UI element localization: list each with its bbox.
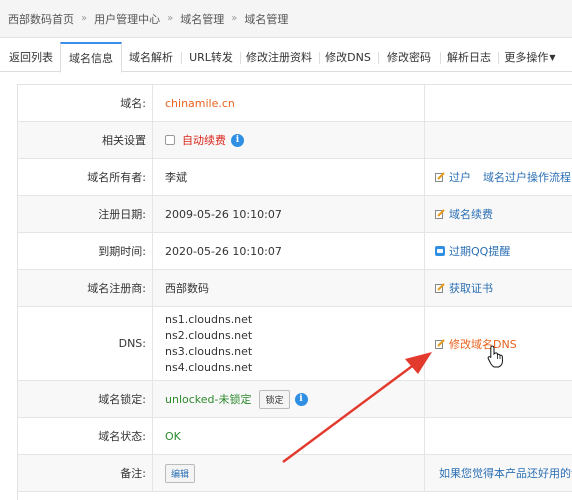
edit-note-button[interactable]: 编辑 <box>165 463 196 483</box>
action-lock <box>425 381 572 417</box>
auto-renew-checkbox[interactable] <box>165 135 175 145</box>
dns-server: ns2.cloudns.net <box>165 328 253 342</box>
edit-icon <box>435 283 445 293</box>
label-settings: 相关设置 <box>18 122 153 158</box>
label-registrar: 域名注册商: <box>18 270 153 306</box>
value-domain: chinamile.cn <box>153 85 425 121</box>
action-note: 如果您觉得本产品还好用的话 <box>425 455 572 491</box>
tab-dns-records[interactable]: 域名解析 <box>123 42 179 72</box>
action-dns: 修改域名DNS <box>425 307 572 380</box>
lock-status: unlocked-未锁定 <box>165 393 252 406</box>
breadcrumb-home[interactable]: 西部数码首页 <box>8 11 74 27</box>
label-status: 域名状态: <box>18 418 153 454</box>
qq-reminder-link[interactable]: 过期QQ提醒 <box>449 243 510 259</box>
edit-icon <box>435 172 445 182</box>
tab-divider <box>440 52 441 64</box>
row-domain: 域名: chinamile.cn <box>18 85 572 122</box>
value-lock: unlocked-未锁定 锁定 i <box>153 381 425 417</box>
dns-server-list: ns1.cloudns.net ns2.cloudns.net ns3.clou… <box>165 312 252 376</box>
tab-divider <box>319 52 320 64</box>
breadcrumb: 西部数码首页 » 用户管理中心 » 域名管理 » 域名管理 <box>0 0 572 38</box>
value-owner: 李斌 <box>153 159 425 195</box>
tab-modify-password[interactable]: 修改密码 <box>380 42 438 72</box>
dns-server: ns4.cloudns.net <box>165 360 253 374</box>
tab-back-to-list[interactable]: 返回列表 <box>2 42 60 72</box>
tab-more-actions-label: 更多操作 <box>504 51 549 64</box>
label-owner: 域名所有者: <box>18 159 153 195</box>
dns-server: ns1.cloudns.net <box>165 312 253 326</box>
tab-url-forward[interactable]: URL转发 <box>183 42 239 72</box>
action-registrar: 获取证书 <box>425 270 572 306</box>
breadcrumb-domain-management[interactable]: 域名管理 <box>180 11 224 27</box>
qq-reminder-icon <box>435 246 445 256</box>
domain-name: chinamile.cn <box>165 96 235 110</box>
chevron-right-icon: » <box>231 13 238 24</box>
info-icon[interactable]: i <box>231 133 244 147</box>
tab-bar: 返回列表 域名信息 域名解析 URL转发 修改注册资料 修改DNS 修改密码 解… <box>0 38 572 73</box>
breadcrumb-current: 域名管理 <box>244 12 289 26</box>
tab-domain-info[interactable]: 域名信息 <box>60 42 122 73</box>
value-status: OK <box>153 418 425 454</box>
domain-status: OK <box>165 429 181 443</box>
value-dns: ns1.cloudns.net ns2.cloudns.net ns3.clou… <box>153 307 425 380</box>
transfer-link[interactable]: 过户 <box>449 169 471 185</box>
action-register-date: 域名续费 <box>425 196 572 232</box>
edit-icon <box>435 338 445 349</box>
value-registrar: 西部数码 <box>153 270 425 306</box>
action-owner: 过户 域名过户操作流程 <box>425 159 572 195</box>
tab-divider <box>498 52 499 64</box>
feedback-link[interactable]: 如果您觉得本产品还好用的话 <box>439 465 572 481</box>
domain-info-table: 域名: chinamile.cn 相关设置 自动续费 i 域名所有者: 李斌 过… <box>17 84 572 500</box>
action-status <box>425 418 572 454</box>
modify-dns-link[interactable]: 修改域名DNS <box>449 336 517 352</box>
row-note: 备注: 编辑 如果您觉得本产品还好用的话 <box>18 455 572 492</box>
domain-management-page: 西部数码首页 » 用户管理中心 » 域名管理 » 域名管理 返回列表 域名信息 … <box>0 0 572 500</box>
action-expire-date: 过期QQ提醒 <box>425 233 572 269</box>
action-domain <box>425 85 572 121</box>
get-certificate-link[interactable]: 获取证书 <box>449 280 493 296</box>
tab-modify-registration[interactable]: 修改注册资料 <box>242 42 316 72</box>
row-register-date: 注册日期: 2009-05-26 10:10:07 域名续费 <box>18 196 572 233</box>
value-settings: 自动续费 i <box>153 122 425 158</box>
chevron-right-icon: » <box>167 13 174 24</box>
row-expire-date: 到期时间: 2020-05-26 10:10:07 过期QQ提醒 <box>18 233 572 270</box>
renew-link[interactable]: 域名续费 <box>449 206 493 222</box>
tab-modify-dns[interactable]: 修改DNS <box>321 42 375 72</box>
tab-divider <box>378 52 379 64</box>
tab-divider <box>181 52 182 64</box>
transfer-guide-link[interactable]: 域名过户操作流程 <box>483 169 571 185</box>
row-settings: 相关设置 自动续费 i <box>18 122 572 159</box>
auto-renew-label: 自动续费 <box>182 134 226 147</box>
value-expire-date: 2020-05-26 10:10:07 <box>153 233 425 269</box>
label-note: 备注: <box>18 455 153 491</box>
label-domain: 域名: <box>18 85 153 121</box>
label-dns: DNS: <box>18 307 153 380</box>
lock-button[interactable]: 锁定 <box>259 389 290 409</box>
value-note: 编辑 <box>153 455 425 491</box>
chevron-right-icon: » <box>81 13 88 24</box>
edit-icon <box>435 209 445 219</box>
caret-down-icon: ▼ <box>549 52 556 62</box>
row-dns: DNS: ns1.cloudns.net ns2.cloudns.net ns3… <box>18 307 572 381</box>
label-register-date: 注册日期: <box>18 196 153 232</box>
label-expire-date: 到期时间: <box>18 233 153 269</box>
row-registrar: 域名注册商: 西部数码 获取证书 <box>18 270 572 307</box>
value-register-date: 2009-05-26 10:10:07 <box>153 196 425 232</box>
tab-dns-log[interactable]: 解析日志 <box>442 42 496 72</box>
info-icon[interactable]: i <box>294 392 308 406</box>
action-settings <box>425 122 572 158</box>
row-lock: 域名锁定: unlocked-未锁定 锁定 i <box>18 381 572 418</box>
breadcrumb-user-center[interactable]: 用户管理中心 <box>94 11 160 27</box>
tab-more-actions[interactable]: 更多操作 ▼ <box>500 42 560 72</box>
row-status: 域名状态: OK <box>18 418 572 455</box>
label-lock: 域名锁定: <box>18 381 153 417</box>
tab-divider <box>240 52 241 64</box>
row-owner: 域名所有者: 李斌 过户 域名过户操作流程 <box>18 159 572 196</box>
dns-server: ns3.cloudns.net <box>165 344 253 358</box>
